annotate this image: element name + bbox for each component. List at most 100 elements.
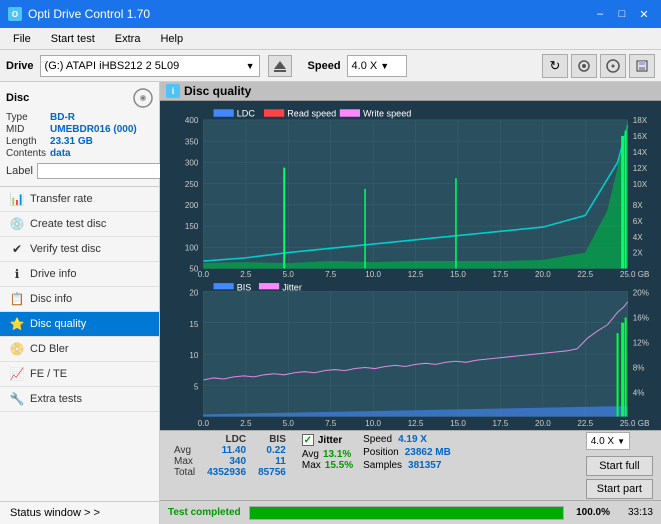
sidebar-nav: 📊 Transfer rate 💿 Create test disc ✔ Ver… [0, 187, 159, 412]
speed-dropdown[interactable]: 4.0 X ▼ [586, 432, 630, 450]
nav-drive-info[interactable]: ℹ Drive info [0, 262, 159, 287]
menu-bar: File Start test Extra Help [0, 28, 661, 50]
disc-title: Disc [6, 92, 29, 104]
svg-text:LDC: LDC [237, 109, 255, 119]
create-test-disc-icon: 💿 [10, 217, 24, 231]
svg-text:7.5: 7.5 [325, 270, 337, 279]
jitter-max-label: Max [302, 460, 321, 471]
contents-value: data [50, 148, 153, 159]
position-label: Position [363, 447, 399, 458]
minimize-button[interactable]: – [591, 6, 609, 22]
drive-select[interactable]: (G:) ATAPI iHBS212 2 5L09 ▼ [40, 55, 260, 77]
nav-disc-quality-label: Disc quality [30, 318, 86, 330]
svg-text:22.5: 22.5 [577, 270, 593, 279]
drive-dropdown-arrow: ▼ [246, 61, 255, 71]
refresh-button[interactable]: ↻ [542, 54, 568, 78]
svg-text:GB: GB [638, 270, 650, 279]
fe-te-icon: 📈 [10, 367, 24, 381]
stats-bar: LDC BIS Avg 11.40 0.22 Max 340 11 Tota [160, 430, 661, 500]
drive-action-buttons: ↻ [542, 54, 655, 78]
max-row-label: Max [168, 456, 201, 467]
progress-bar-container [249, 506, 564, 520]
app-icon: O [8, 7, 22, 21]
drive-eject-button[interactable] [268, 55, 292, 77]
jitter-checkbox[interactable]: ✓ [302, 434, 314, 446]
disc-quality-icon-header: i [166, 84, 180, 98]
progress-area: Test completed 100.0% 33:13 [160, 500, 661, 524]
svg-text:8X: 8X [633, 201, 643, 210]
status-window-button[interactable]: Status window > > [0, 502, 159, 524]
speed-select[interactable]: 4.0 X ▼ [347, 55, 407, 77]
svg-text:14X: 14X [633, 148, 648, 157]
menu-start-test[interactable]: Start test [42, 30, 104, 48]
svg-text:Jitter: Jitter [282, 282, 302, 292]
sidebar-bottom: Status window > > [0, 501, 159, 524]
svg-text:12%: 12% [633, 339, 649, 348]
nav-verify-test-disc[interactable]: ✔ Verify test disc [0, 237, 159, 262]
samples-label: Samples [363, 460, 402, 471]
svg-text:GB: GB [638, 419, 650, 427]
start-part-button[interactable]: Start part [586, 479, 653, 499]
svg-text:200: 200 [185, 201, 199, 210]
label-label: Label [6, 165, 33, 177]
nav-fe-te[interactable]: 📈 FE / TE [0, 362, 159, 387]
jitter-label: Jitter [318, 435, 342, 446]
svg-text:Write speed: Write speed [363, 109, 411, 119]
disc-quality-header: i Disc quality [160, 82, 661, 101]
maximize-button[interactable]: □ [613, 6, 631, 22]
close-button[interactable]: ✕ [635, 6, 653, 22]
title-bar-controls: – □ ✕ [591, 6, 653, 22]
svg-text:2.5: 2.5 [240, 419, 252, 427]
menu-extra[interactable]: Extra [106, 30, 150, 48]
nav-cd-bler[interactable]: 📀 CD Bler [0, 337, 159, 362]
jitter-max: 15.5% [325, 460, 353, 471]
svg-text:15.0: 15.0 [450, 419, 466, 427]
svg-text:16%: 16% [633, 314, 649, 323]
menu-help[interactable]: Help [151, 30, 192, 48]
svg-text:2.5: 2.5 [240, 270, 252, 279]
svg-text:0.0: 0.0 [198, 270, 210, 279]
nav-fe-te-label: FE / TE [30, 368, 67, 380]
ldc-bis-stats: LDC BIS Avg 11.40 0.22 Max 340 11 Tota [168, 434, 292, 478]
main-layout: Disc Type BD-R MID UMEBDR016 (000) Lengt… [0, 82, 661, 524]
config-button[interactable] [571, 54, 597, 78]
disc-button[interactable] [600, 54, 626, 78]
svg-text:10.0: 10.0 [365, 419, 381, 427]
svg-text:25.0: 25.0 [620, 419, 636, 427]
start-full-button[interactable]: Start full [586, 456, 653, 476]
jitter-avg-label: Avg [302, 449, 319, 460]
bottom-chart-svg: BIS Jitter [163, 281, 658, 427]
nav-extra-tests[interactable]: 🔧 Extra tests [0, 387, 159, 412]
svg-text:20%: 20% [633, 289, 649, 298]
svg-text:20.0: 20.0 [535, 419, 551, 427]
speed-stat-value: 4.19 X [398, 434, 427, 445]
save-button[interactable] [629, 54, 655, 78]
svg-text:4%: 4% [633, 389, 645, 398]
cd-bler-icon: 📀 [10, 342, 24, 356]
nav-disc-info[interactable]: 📋 Disc info [0, 287, 159, 312]
nav-drive-info-label: Drive info [30, 268, 76, 280]
content-area: i Disc quality LDC Read speed [160, 82, 661, 524]
svg-text:300: 300 [185, 158, 199, 167]
ldc-total: 4352936 [201, 467, 252, 478]
nav-disc-info-label: Disc info [30, 293, 72, 305]
nav-disc-quality[interactable]: ⭐ Disc quality [0, 312, 159, 337]
nav-create-test-disc[interactable]: 💿 Create test disc [0, 212, 159, 237]
svg-text:0.0: 0.0 [198, 419, 210, 427]
disc-label-row: Label 🔍 [6, 162, 153, 180]
svg-text:350: 350 [185, 137, 199, 146]
buttons-area: 4.0 X ▼ Start full Start part [586, 432, 653, 499]
title-bar: O Opti Drive Control 1.70 – □ ✕ [0, 0, 661, 28]
svg-text:10: 10 [189, 351, 198, 360]
bis-col-header: BIS [252, 434, 292, 445]
position-value: 23862 MB [405, 447, 451, 458]
disc-label-input[interactable] [37, 163, 175, 179]
nav-transfer-rate[interactable]: 📊 Transfer rate [0, 187, 159, 212]
speed-stat-label: Speed [363, 434, 392, 445]
svg-text:250: 250 [185, 180, 199, 189]
ldc-avg: 11.40 [201, 445, 252, 456]
svg-text:12X: 12X [633, 164, 648, 173]
speed-dropdown-row: 4.0 X ▼ [586, 432, 653, 450]
menu-file[interactable]: File [4, 30, 40, 48]
svg-text:8%: 8% [633, 364, 645, 373]
